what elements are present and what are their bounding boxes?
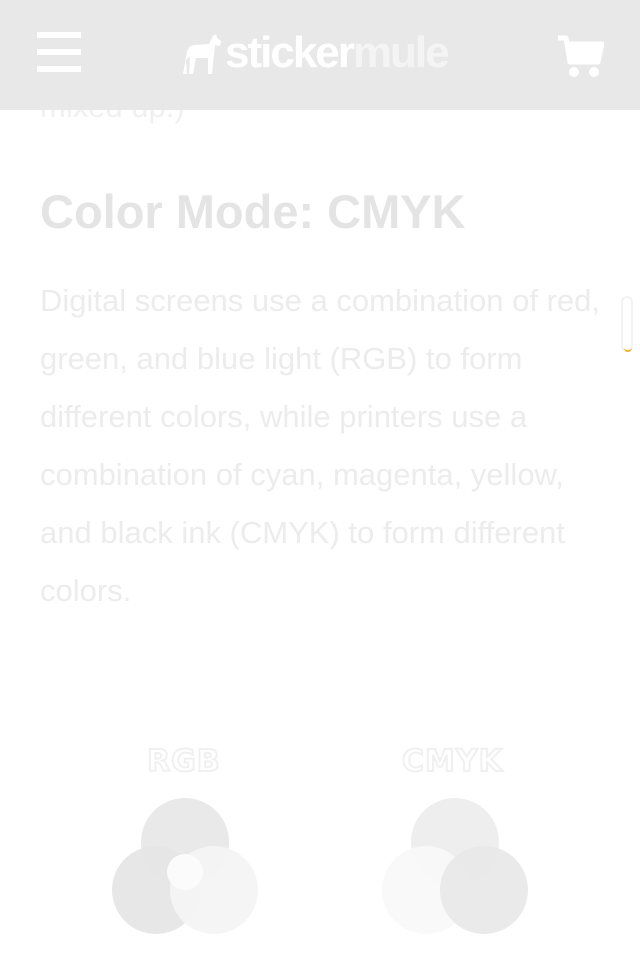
rgb-diagram-label: RGB — [146, 743, 221, 780]
section-paragraph: Digital screens use a combination of red… — [40, 283, 601, 608]
sticker-mule-logo[interactable]: stickermule — [179, 28, 450, 77]
shopping-cart-icon[interactable] — [556, 34, 604, 80]
horse-logo-icon — [183, 34, 221, 74]
scrollbar-thumb[interactable] — [621, 296, 633, 352]
cmyk-venn-diagram — [382, 798, 528, 934]
logo-text-mule: mule — [352, 28, 450, 77]
cmyk-diagram-label: CMYK — [401, 743, 503, 780]
section-heading: Color Mode: CMYK — [40, 185, 466, 238]
hamburger-menu-icon[interactable] — [37, 32, 81, 72]
rgb-venn-diagram — [112, 798, 258, 934]
top-navigation-bar: stickermule — [0, 0, 640, 110]
logo-text-sticker: sticker — [225, 28, 355, 77]
